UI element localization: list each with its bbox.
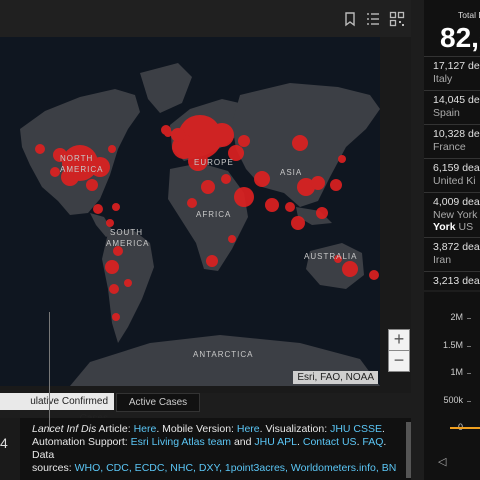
death-place: Spain	[433, 107, 460, 119]
map-label-north: NORTH	[60, 154, 93, 163]
prev-arrow-icon[interactable]: ◁	[438, 455, 446, 468]
map-label-europe: EUROPE	[194, 158, 234, 167]
death-count: 3,213 dea	[433, 275, 480, 287]
info-panel: 4 Lancet Inf Dis Article: Here. Mobile V…	[0, 418, 411, 480]
list-item[interactable]: 6,159 dea United Ki	[424, 158, 480, 192]
death-place: New York	[433, 209, 478, 221]
sources-links[interactable]: WHO, CDC, ECDC, NHC, DXY, 1point3acres, …	[75, 462, 397, 474]
list-item[interactable]: 14,045 dea Spain	[424, 90, 480, 124]
info-left-counter: 4	[0, 418, 20, 480]
death-count: 10,328 dea	[433, 128, 480, 140]
map-attribution: Esri, FAO, NOAA	[293, 371, 378, 384]
sources-label: sources:	[32, 462, 75, 474]
map-label-america: AMERICA	[60, 165, 103, 174]
jhu-apl-link[interactable]: JHU APL	[254, 436, 297, 448]
death-place: United Ki	[433, 175, 476, 187]
jhu-csse-link[interactable]: JHU CSSE	[330, 423, 382, 435]
mobile-label: . Mobile Version:	[156, 423, 237, 435]
map-panel: NORTH AMERICA SOUTH AMERICA EUROPE AFRIC…	[0, 0, 411, 393]
list-item[interactable]: 10,328 dea France	[424, 124, 480, 158]
period: .	[383, 436, 387, 448]
death-count: 3,872 dea	[433, 241, 480, 253]
map-label-antarctica: ANTARCTICA	[193, 350, 254, 359]
death-place: Italy	[433, 73, 453, 85]
world-map[interactable]: NORTH AMERICA SOUTH AMERICA EUROPE AFRIC…	[0, 37, 380, 386]
article-label: Article:	[96, 423, 134, 435]
death-place-suffix: US	[455, 221, 474, 233]
list-item[interactable]: 3,872 dea Iran	[424, 237, 480, 271]
list-item[interactable]: 17,127 dea Italy	[424, 56, 480, 90]
qr-code-icon[interactable]	[389, 11, 405, 27]
zoom-out-button[interactable]: −	[388, 350, 410, 372]
article-here-link[interactable]: Here	[134, 423, 157, 435]
bookmark-icon[interactable]	[342, 11, 358, 27]
y-axis	[49, 312, 50, 432]
zoom-in-button[interactable]: +	[388, 329, 410, 351]
death-count: 6,159 dea	[433, 162, 480, 174]
death-place-bold: York	[433, 221, 456, 233]
info-scrollbar[interactable]	[406, 422, 411, 478]
data-label: Data	[32, 449, 55, 461]
death-count: 4,009 dea	[433, 196, 480, 208]
period: .	[382, 423, 385, 435]
total-deaths-value: 82,0	[440, 22, 480, 53]
info-text: Lancet Inf Dis Article: Here. Mobile Ver…	[32, 423, 404, 475]
tab-active-cases[interactable]: Active Cases	[116, 393, 200, 412]
esri-team-link[interactable]: Esri Living Atlas team	[131, 436, 231, 448]
map-label-asia: ASIA	[280, 168, 302, 177]
death-count: 17,127 dea	[433, 60, 480, 72]
total-deaths-label: Total D	[458, 10, 480, 20]
death-place: Iran	[433, 254, 452, 266]
deaths-list: 17,127 dea Italy 14,045 dea Spain 10,328…	[424, 56, 480, 290]
map-label-africa: AFRICA	[196, 210, 231, 219]
death-place: France	[433, 141, 466, 153]
counter-value: 4	[0, 435, 8, 451]
death-count: 14,045 dea	[433, 94, 480, 106]
mobile-here-link[interactable]: Here	[237, 423, 260, 435]
map-label-south: SOUTH	[110, 228, 143, 237]
automation-label: Automation Support:	[32, 436, 131, 448]
list-item[interactable]: 3,213 dea	[424, 271, 480, 290]
list-item[interactable]: 4,009 dea New York York US	[424, 192, 480, 237]
faq-link[interactable]: FAQ	[362, 436, 383, 448]
map-tabs: ulative Confirmed Cases Active Cases	[0, 393, 411, 424]
map-toolbar	[0, 0, 411, 37]
chart-line	[450, 427, 480, 429]
list-icon[interactable]	[365, 11, 381, 27]
contact-link[interactable]: Contact US	[303, 436, 357, 448]
map-label-australia: AUSTRALIA	[304, 252, 357, 261]
and-text: and	[231, 436, 255, 448]
death-place-line2: York US	[433, 221, 473, 233]
lancet-title: Lancet Inf Dis	[32, 423, 97, 435]
tab-cumulative-confirmed-cases[interactable]: ulative Confirmed Cases	[0, 393, 114, 424]
visualization-label: . Visualization:	[259, 423, 331, 435]
map-label-south-america: AMERICA	[106, 239, 149, 248]
